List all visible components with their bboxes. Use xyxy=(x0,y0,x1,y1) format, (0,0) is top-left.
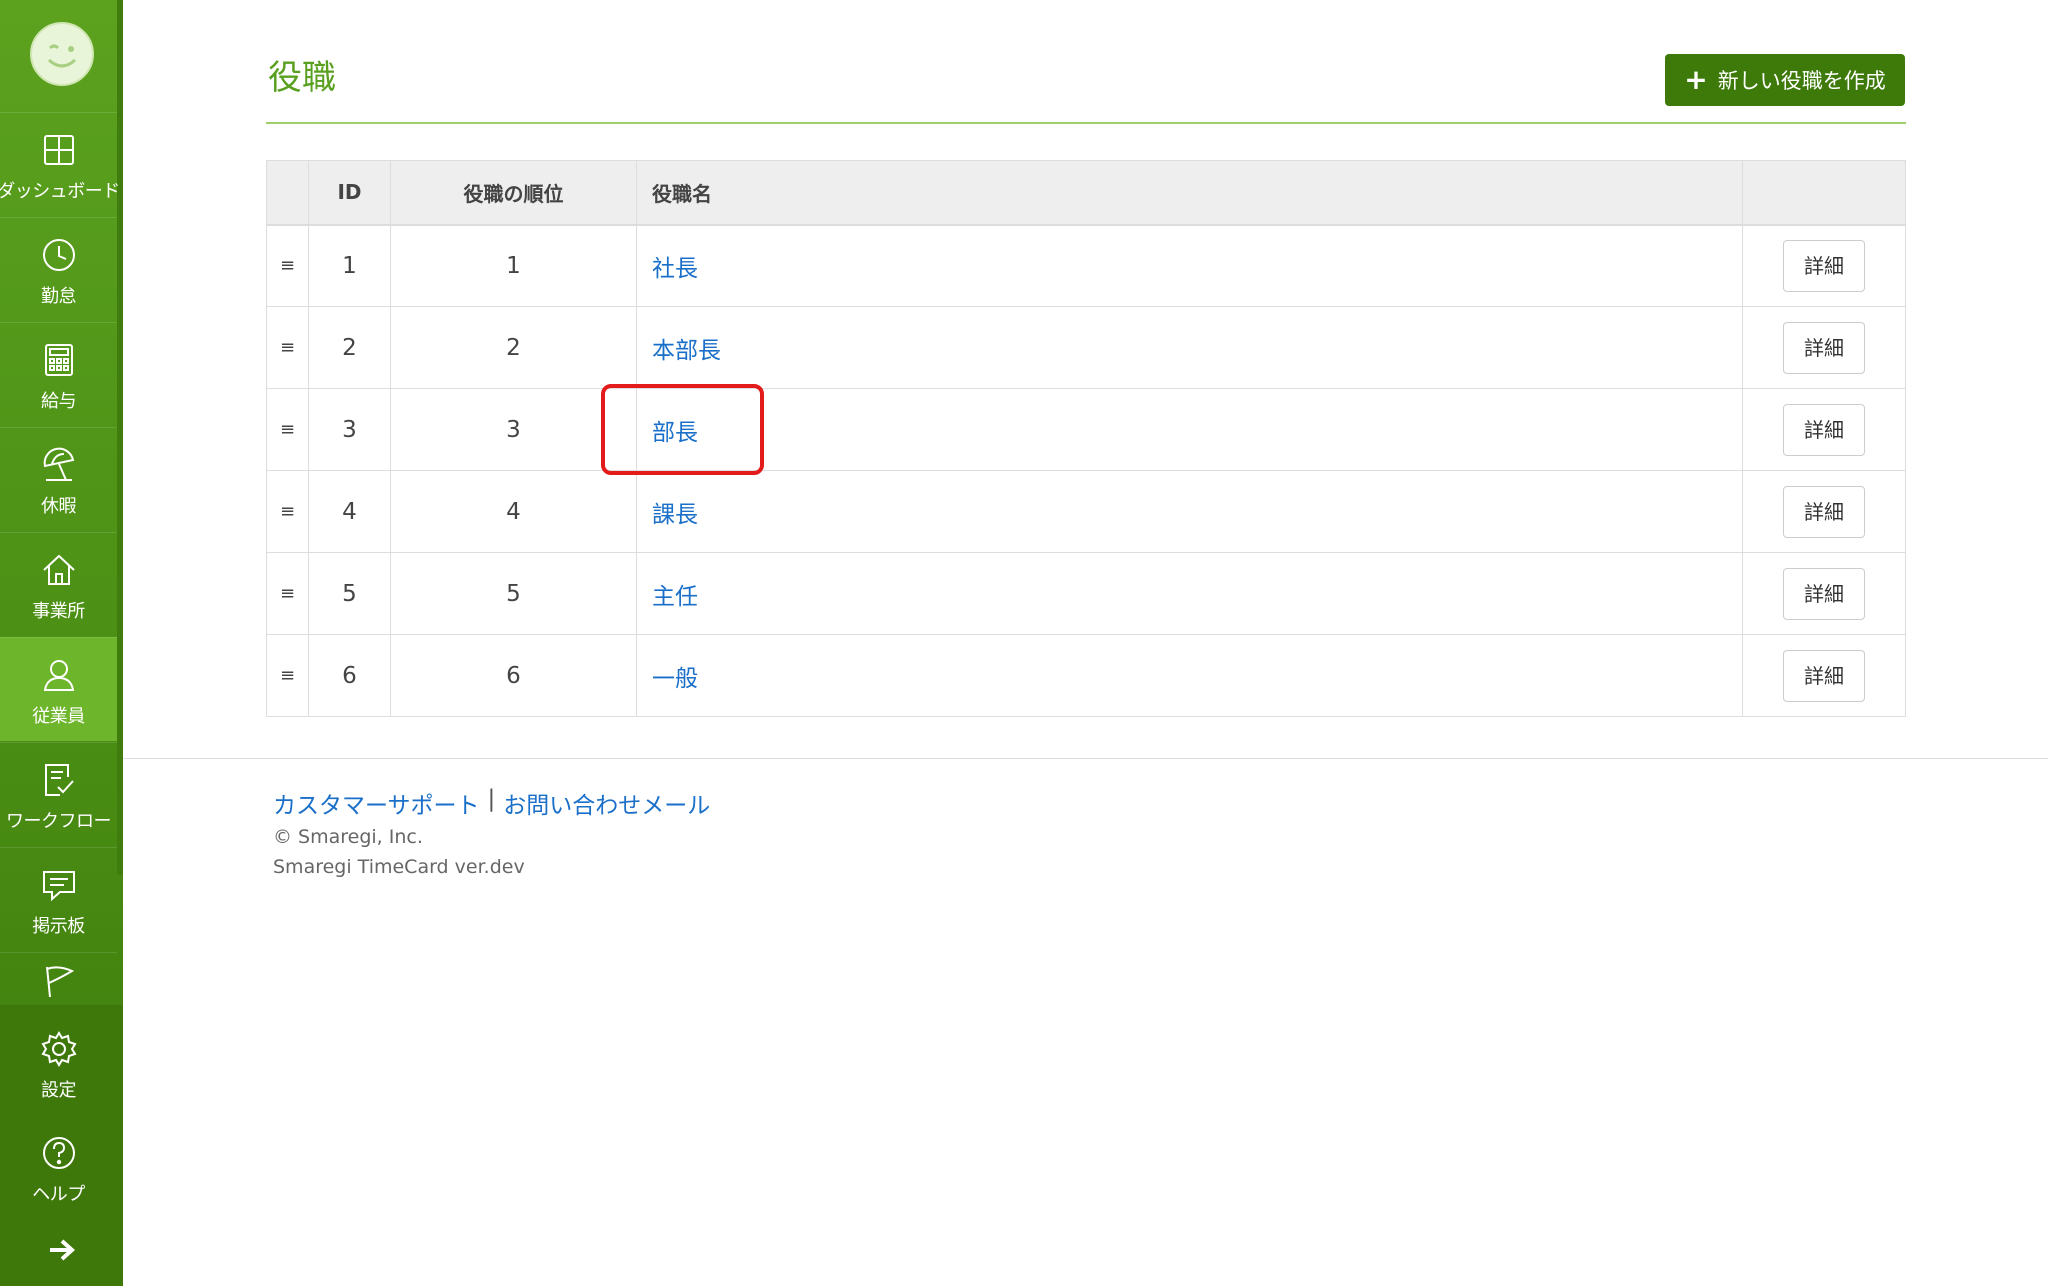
role-rank: 3 xyxy=(390,388,637,471)
footer-separator: | xyxy=(487,786,496,812)
role-id: 3 xyxy=(308,388,391,471)
table-row: ≡ 2 2 本部長 詳細 xyxy=(266,306,1906,389)
help-icon xyxy=(42,1137,75,1169)
sidebar-scrollbar[interactable] xyxy=(117,0,123,875)
sidebar-item-settings[interactable]: 設定 xyxy=(0,1012,117,1116)
clock-icon xyxy=(42,239,75,271)
sidebar-item-label: ワークフロー xyxy=(6,811,112,832)
drag-handle-icon[interactable]: ≡ xyxy=(266,552,309,635)
detail-button[interactable]: 詳細 xyxy=(1783,649,1865,702)
drag-handle-icon[interactable]: ≡ xyxy=(266,634,309,717)
role-id: 6 xyxy=(308,634,391,717)
sidebar-item-attendance[interactable]: 勤怠 xyxy=(0,217,117,321)
footer-divider xyxy=(123,758,2048,759)
detail-button[interactable]: 詳細 xyxy=(1783,239,1865,292)
header-id: ID xyxy=(308,160,391,226)
table-row: ≡ 4 4 課長 詳細 xyxy=(266,470,1906,553)
gear-icon xyxy=(41,1031,76,1067)
table-row: ≡ 6 6 一般 詳細 xyxy=(266,634,1906,717)
sidebar-item-label: 従業員 xyxy=(32,706,85,727)
sidebar-item-workflow[interactable]: ワークフロー xyxy=(0,742,117,846)
sidebar-item-leave[interactable]: 休暇 xyxy=(0,427,117,531)
header-rank: 役職の順位 xyxy=(390,160,637,226)
role-rank: 5 xyxy=(390,552,637,635)
role-rank: 2 xyxy=(390,306,637,389)
create-role-button[interactable]: + 新しい役職を作成 xyxy=(1665,54,1905,106)
flag-icon xyxy=(45,966,74,998)
create-role-button-label: 新しい役職を作成 xyxy=(1717,69,1886,93)
role-id: 4 xyxy=(308,470,391,553)
role-name-link[interactable]: 社長 xyxy=(652,256,698,282)
header-action xyxy=(1742,160,1906,226)
sidebar-item-employees[interactable]: 従業員 xyxy=(0,637,117,741)
sidebar-item-payroll[interactable]: 給与 xyxy=(0,322,117,426)
role-id: 2 xyxy=(308,306,391,389)
detail-button[interactable]: 詳細 xyxy=(1783,403,1865,456)
sidebar-item-label: 給与 xyxy=(41,391,77,412)
role-name-link[interactable]: 一般 xyxy=(652,666,698,692)
logo-smiley-icon[interactable] xyxy=(30,22,94,86)
drag-handle-icon[interactable]: ≡ xyxy=(266,470,309,553)
customer-support-link[interactable]: カスタマーサポート xyxy=(273,786,480,820)
sidebar-item-bulletin[interactable]: 掲示板 xyxy=(0,847,117,951)
user-icon xyxy=(43,660,74,691)
table-row: ≡ 5 5 主任 詳細 xyxy=(266,552,1906,635)
contact-mail-link[interactable]: お問い合わせメール xyxy=(503,786,710,820)
header-role-name: 役職名 xyxy=(636,160,1743,226)
sidebar-item-label: 設定 xyxy=(41,1080,77,1101)
version-text: Smaregi TimeCard ver.dev xyxy=(273,856,525,878)
table-row: ≡ 3 3 部長 詳細 xyxy=(266,388,1906,471)
sidebar-item-flag[interactable] xyxy=(0,952,117,1004)
sidebar-item-label: ヘルプ xyxy=(32,1184,85,1205)
checklist-icon xyxy=(44,764,74,796)
sidebar-item-label: ダッシュボード xyxy=(0,181,120,202)
sidebar-item-label: 休暇 xyxy=(41,496,77,517)
role-rank: 4 xyxy=(390,470,637,553)
sidebar-item-office[interactable]: 事業所 xyxy=(0,532,117,636)
detail-button[interactable]: 詳細 xyxy=(1783,321,1865,374)
role-id: 1 xyxy=(308,224,391,307)
role-name-link[interactable]: 主任 xyxy=(652,584,698,610)
message-icon xyxy=(42,871,75,902)
dashboard-icon xyxy=(43,135,74,165)
drag-handle-icon[interactable]: ≡ xyxy=(266,306,309,389)
sidebar-item-help[interactable]: ヘルプ xyxy=(0,1116,117,1220)
role-id: 5 xyxy=(308,552,391,635)
drag-handle-icon[interactable]: ≡ xyxy=(266,388,309,471)
sidebar-item-label: 掲示板 xyxy=(32,916,85,937)
expand-sidebar-arrow-icon[interactable] xyxy=(44,1235,80,1265)
detail-button[interactable]: 詳細 xyxy=(1783,485,1865,538)
roles-table: ID 役職の順位 役職名 ≡ 1 1 社長 詳細 ≡ 2 2 本部長 詳細 ≡ … xyxy=(266,160,1906,717)
role-rank: 1 xyxy=(390,224,637,307)
role-name-link[interactable]: 課長 xyxy=(652,502,698,528)
sidebar-item-label: 事業所 xyxy=(32,601,85,622)
plus-icon: + xyxy=(1684,63,1708,96)
sidebar-item-dashboard[interactable]: ダッシュボード xyxy=(0,112,120,216)
footer-links: カスタマーサポート | お問い合わせメール xyxy=(273,786,710,820)
header-handle xyxy=(266,160,309,226)
title-divider xyxy=(266,122,1906,124)
detail-button[interactable]: 詳細 xyxy=(1783,567,1865,620)
table-row: ≡ 1 1 社長 詳細 xyxy=(266,224,1906,307)
umbrella-icon xyxy=(43,447,74,481)
sidebar-item-label: 勤怠 xyxy=(41,286,77,307)
role-name-link[interactable]: 本部長 xyxy=(652,338,721,364)
role-rank: 6 xyxy=(390,634,637,717)
page-title: 役職 xyxy=(268,58,336,98)
drag-handle-icon[interactable]: ≡ xyxy=(266,224,309,307)
sidebar: ダッシュボード 勤怠 給与 休暇 事業所 従業員 ワークフロー 掲示板 設定 ヘ xyxy=(0,0,123,1286)
table-header-row: ID 役職の順位 役職名 xyxy=(266,160,1906,226)
calculator-icon xyxy=(44,344,73,376)
role-name-link[interactable]: 部長 xyxy=(652,420,698,446)
home-icon xyxy=(42,554,75,585)
copyright-text: © Smaregi, Inc. xyxy=(273,826,423,848)
